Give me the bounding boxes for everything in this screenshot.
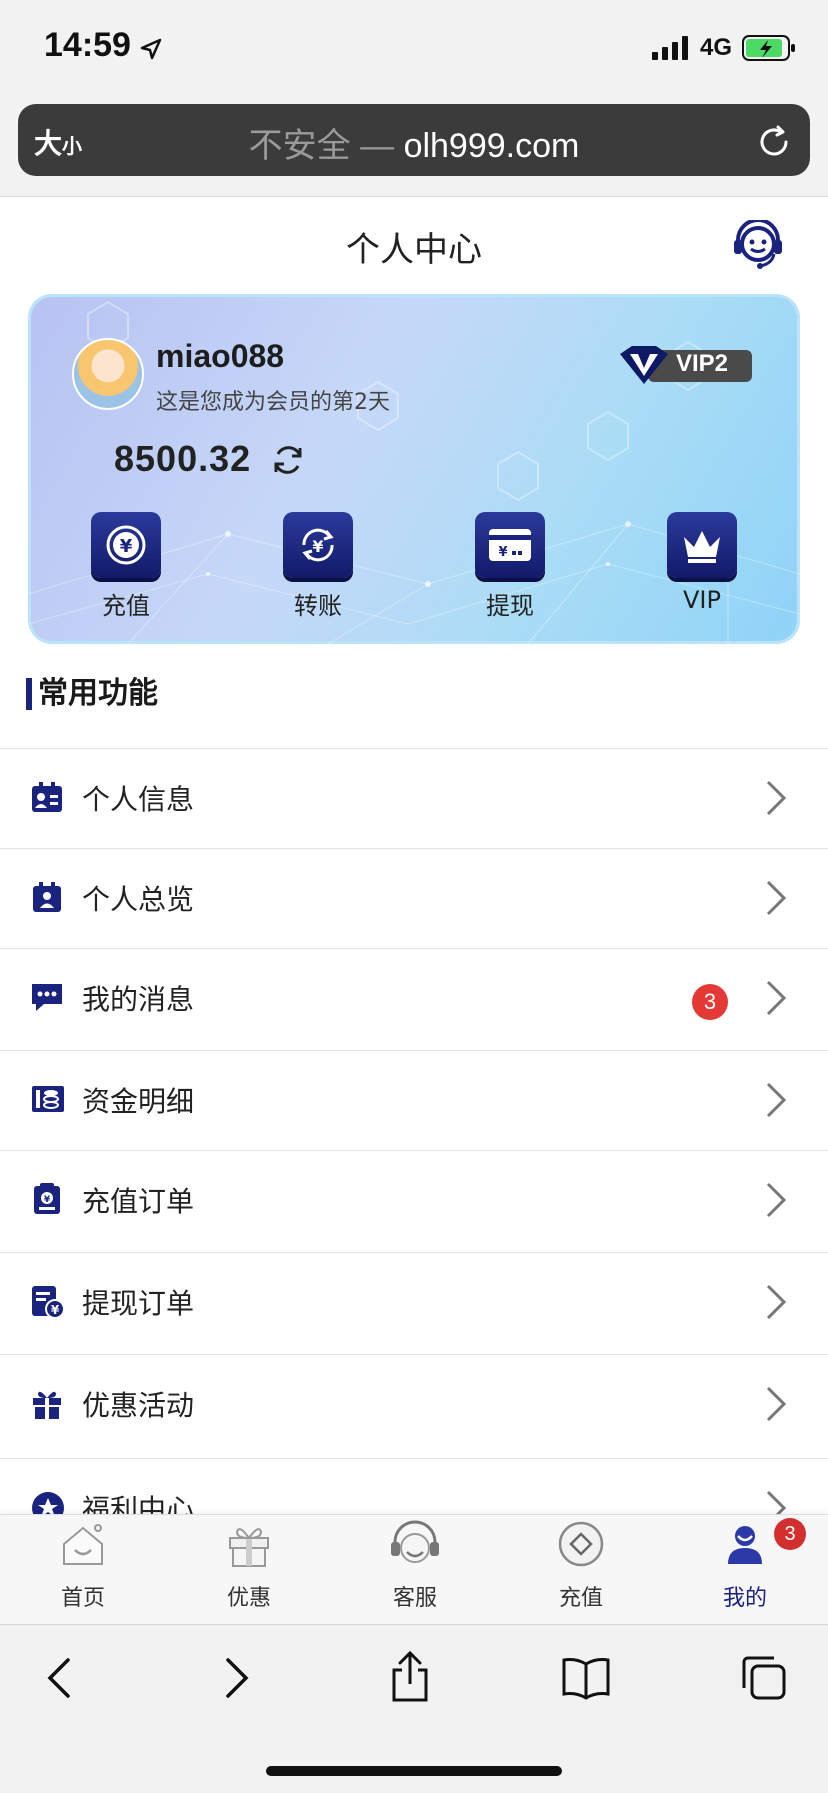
forward-icon[interactable] bbox=[222, 1656, 252, 1700]
vip-label: VIP bbox=[683, 586, 721, 614]
page-title: 个人中心 bbox=[346, 230, 482, 270]
withdraw-order-icon: ¥ bbox=[32, 1286, 65, 1319]
menu-item-withdraw-orders[interactable]: ¥ 提现订单 bbox=[0, 1252, 828, 1352]
chevron-right-icon bbox=[766, 1182, 787, 1218]
gift-icon bbox=[229, 1528, 269, 1567]
overview-icon bbox=[33, 882, 61, 912]
section-title: 常用功能 bbox=[26, 678, 158, 710]
funds-icon bbox=[32, 1086, 64, 1112]
vip-badge[interactable]: VIP2 bbox=[618, 344, 754, 392]
chevron-right-icon bbox=[766, 880, 787, 916]
menu-item-label: 个人总览 bbox=[82, 883, 195, 916]
tabs-icon[interactable] bbox=[738, 1652, 788, 1702]
id-card-icon bbox=[32, 782, 62, 812]
member-days-text: 这是您成为会员的第2天 bbox=[156, 390, 390, 415]
tab-customer-service[interactable]: 客服 bbox=[332, 1520, 498, 1612]
menu-item-deposit-orders[interactable]: ¥ 充值订单 bbox=[0, 1150, 828, 1250]
mine-notification-badge: 3 bbox=[774, 1518, 806, 1550]
yuan-coin-icon: ¥ bbox=[91, 512, 161, 578]
url-text[interactable]: 不安全 — olh999.com bbox=[0, 118, 828, 167]
vip-button[interactable]: VIP bbox=[632, 512, 772, 614]
reload-icon[interactable] bbox=[756, 124, 792, 160]
tab-label: 客服 bbox=[392, 1586, 437, 1611]
menu-item-profile[interactable]: 个人信息 bbox=[0, 748, 828, 848]
username: miao088 bbox=[156, 338, 285, 374]
menu-item-label: 充值订单 bbox=[82, 1185, 195, 1218]
menu-item-promotions[interactable]: 优惠活动 bbox=[0, 1354, 828, 1454]
signal-icon bbox=[652, 36, 688, 60]
tab-deposit[interactable]: 充值 bbox=[498, 1520, 664, 1612]
transfer-button[interactable]: ¥ 转账 bbox=[248, 512, 388, 621]
menu-item-label: 福利中心 bbox=[82, 1493, 195, 1514]
chevron-right-icon bbox=[766, 1490, 787, 1514]
transfer-label: 转账 bbox=[294, 592, 342, 620]
bookmarks-icon[interactable] bbox=[560, 1656, 612, 1700]
svg-text:¥: ¥ bbox=[44, 1195, 51, 1205]
message-count-badge: 3 bbox=[692, 984, 728, 1020]
crown-icon bbox=[667, 512, 737, 578]
balance-amount: 8500.32 bbox=[114, 438, 252, 479]
home-indicator bbox=[266, 1766, 562, 1776]
battery-icon bbox=[742, 35, 795, 61]
chevron-right-icon bbox=[766, 1284, 787, 1320]
menu-item-label: 个人信息 bbox=[82, 783, 195, 816]
headset-icon bbox=[391, 1520, 439, 1563]
svg-text:¥: ¥ bbox=[498, 545, 507, 560]
tab-promotions[interactable]: 优惠 bbox=[166, 1520, 332, 1612]
avatar[interactable] bbox=[72, 338, 144, 410]
chevron-right-icon bbox=[766, 980, 787, 1016]
message-icon bbox=[32, 984, 62, 1011]
transfer-icon: ¥ bbox=[283, 512, 353, 578]
menu-item-label: 我的消息 bbox=[82, 983, 195, 1016]
vip-level: VIP2 bbox=[676, 350, 729, 377]
withdraw-button[interactable]: ¥ 提现 bbox=[440, 512, 580, 621]
home-icon bbox=[63, 1524, 103, 1565]
back-icon[interactable] bbox=[44, 1656, 74, 1700]
svg-text:¥: ¥ bbox=[312, 537, 323, 556]
network-type: 4G bbox=[700, 34, 733, 61]
withdraw-card-icon: ¥ bbox=[475, 512, 545, 578]
menu-item-welfare[interactable]: 福利中心 bbox=[0, 1458, 828, 1514]
withdraw-label: 提现 bbox=[486, 592, 534, 620]
menu-item-overview[interactable]: 个人总览 bbox=[0, 848, 828, 948]
chevron-right-icon bbox=[766, 1386, 787, 1422]
location-arrow-icon bbox=[140, 38, 162, 60]
svg-text:¥: ¥ bbox=[120, 536, 133, 557]
status-time: 14:59 bbox=[44, 26, 131, 64]
deposit-button[interactable]: ¥ 充值 bbox=[56, 512, 196, 621]
menu-item-funds[interactable]: 资金明细 bbox=[0, 1050, 828, 1150]
tab-label: 充值 bbox=[558, 1586, 603, 1611]
share-icon[interactable] bbox=[388, 1650, 432, 1704]
user-icon bbox=[728, 1526, 762, 1564]
tab-label: 首页 bbox=[60, 1586, 105, 1611]
deposit-label: 充值 bbox=[102, 592, 150, 620]
diamond-coin-icon bbox=[558, 1521, 604, 1567]
chevron-right-icon bbox=[766, 780, 787, 816]
refresh-balance-icon[interactable] bbox=[270, 442, 306, 478]
tab-label: 优惠 bbox=[226, 1586, 271, 1611]
customer-service-icon[interactable] bbox=[730, 220, 786, 272]
deposit-order-icon: ¥ bbox=[34, 1183, 60, 1214]
menu-item-label: 提现订单 bbox=[82, 1287, 195, 1320]
tab-label: 我的 bbox=[722, 1586, 767, 1611]
svg-text:¥: ¥ bbox=[51, 1303, 60, 1317]
menu-item-label: 资金明细 bbox=[82, 1085, 195, 1118]
menu-item-label: 优惠活动 bbox=[82, 1389, 195, 1422]
welfare-icon bbox=[32, 1492, 64, 1514]
tab-home[interactable]: 首页 bbox=[0, 1520, 166, 1612]
chevron-right-icon bbox=[766, 1082, 787, 1118]
gift-icon bbox=[33, 1391, 61, 1419]
